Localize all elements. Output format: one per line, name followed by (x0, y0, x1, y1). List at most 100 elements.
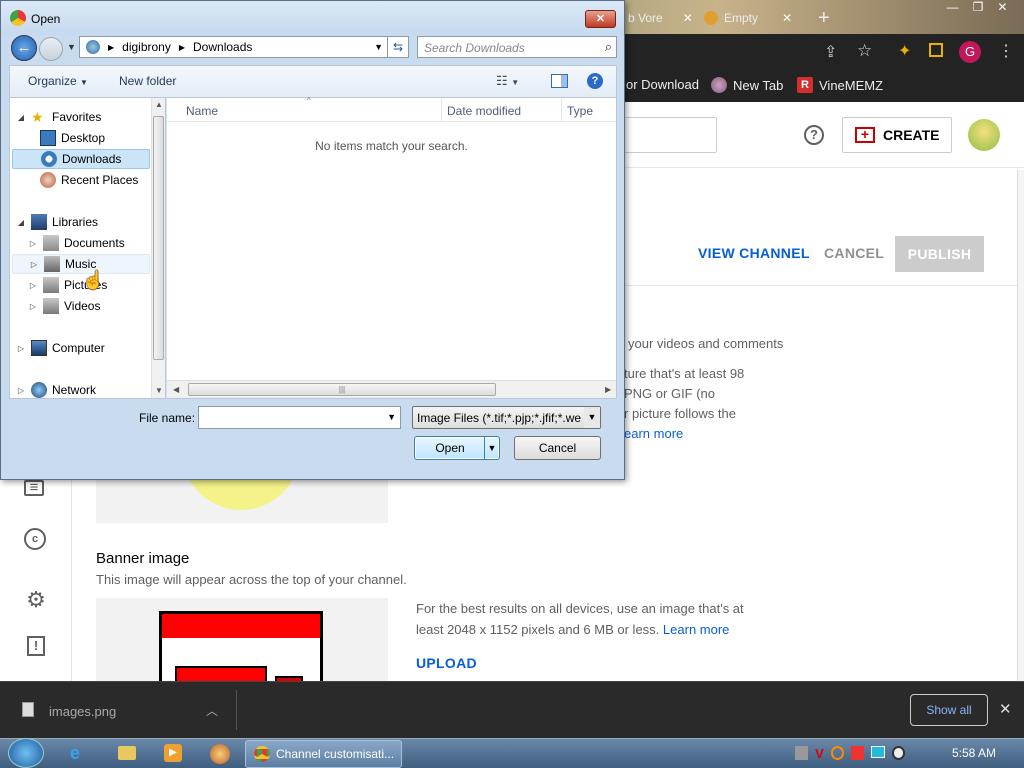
explorer-icon[interactable] (118, 746, 136, 760)
search-input[interactable]: Search Downloads ⌕ (417, 36, 617, 58)
close-icon[interactable]: ✕ (683, 11, 693, 25)
create-button[interactable]: + CREATE (842, 117, 952, 153)
media-player-icon[interactable]: ▶ (164, 744, 182, 762)
start-button[interactable] (8, 738, 44, 768)
close-window-icon[interactable]: ✕ (997, 0, 1007, 18)
tree-libraries[interactable]: ◢ Libraries (16, 212, 98, 232)
menu-icon[interactable]: ⋮ (998, 41, 1014, 61)
tree-item-music[interactable]: ▷ Music (12, 254, 150, 274)
open-button[interactable]: Open ▼ (414, 436, 500, 460)
view-channel-button[interactable]: VIEW CHANNEL (698, 245, 810, 261)
tray-icon[interactable] (871, 746, 885, 758)
scroll-right-icon[interactable]: ▶ (605, 385, 611, 394)
expand-arrow-icon[interactable]: ▷ (16, 386, 26, 395)
app-icon[interactable] (210, 744, 230, 764)
bookmark-item[interactable]: R VineMEMZ (797, 77, 883, 93)
tree-item-recent-places[interactable]: Recent Places (40, 170, 138, 190)
expand-arrow-icon[interactable]: ▷ (29, 260, 39, 269)
close-icon[interactable]: ✕ (782, 11, 792, 25)
address-bar[interactable]: ▶ digibrony ▶ Downloads ▼ (79, 36, 388, 58)
page-scrollbar[interactable] (1017, 170, 1024, 681)
maximize-icon[interactable]: ❐ (973, 0, 984, 18)
browser-tab[interactable]: Empty ✕ (704, 4, 792, 32)
minimize-icon[interactable]: — (947, 0, 959, 18)
expand-arrow-icon[interactable]: ▷ (16, 344, 26, 353)
download-filename[interactable]: images.png (49, 704, 116, 719)
show-all-button[interactable]: Show all (910, 694, 988, 726)
channel-avatar[interactable] (968, 119, 1000, 151)
clock[interactable]: 5:58 AM (952, 746, 996, 760)
copyright-icon[interactable]: c (24, 528, 46, 550)
volume-icon[interactable] (891, 746, 905, 760)
expand-arrow-icon[interactable]: ▷ (28, 281, 38, 290)
column-type[interactable]: Type (567, 104, 593, 118)
chevron-up-icon[interactable]: ︿ (206, 702, 218, 719)
share-icon[interactable]: ⇪ (824, 42, 837, 62)
cancel-dialog-button[interactable]: Cancel (514, 436, 601, 460)
view-options-icon[interactable]: ☷ ▼ (496, 73, 519, 89)
tray-icon[interactable]: V (815, 746, 824, 762)
breadcrumb-item[interactable]: Downloads (193, 40, 252, 54)
scroll-up-icon[interactable]: ▲ (155, 100, 163, 109)
nav-scrollbar[interactable]: ▲ ▼ (151, 98, 165, 398)
learn-more-link[interactable]: Learn more (663, 622, 729, 637)
bookmark-item[interactable]: New Tab (711, 77, 783, 93)
chevron-down-icon[interactable]: ▼ (67, 42, 76, 52)
tree-item-desktop[interactable]: Desktop (40, 128, 105, 148)
expand-arrow-icon[interactable]: ◢ (16, 218, 26, 227)
tray-icon[interactable] (851, 746, 865, 760)
extensions-icon[interactable]: ✦ (898, 41, 911, 61)
taskbar-chrome-window[interactable]: Channel customisati... (245, 740, 402, 768)
settings-icon[interactable]: ⚙ (24, 588, 48, 612)
browser-tab[interactable]: b Vore ✕ (628, 4, 693, 32)
upload-button[interactable]: UPLOAD (416, 655, 477, 671)
scroll-thumb[interactable]: ||| (188, 383, 496, 396)
tree-item-downloads[interactable]: Downloads (12, 149, 150, 169)
chevron-down-icon[interactable]: ▼ (484, 437, 499, 459)
organize-button[interactable]: Organize ▼ (28, 74, 88, 88)
bookmark-item[interactable]: or Download (626, 77, 699, 92)
bookmark-star-icon[interactable]: ☆ (857, 41, 872, 61)
chevron-down-icon[interactable]: ▼ (387, 412, 396, 422)
sidepanel-icon[interactable] (929, 43, 943, 57)
tree-computer[interactable]: ▷ Computer (16, 338, 105, 358)
help-icon[interactable]: ? (804, 125, 824, 145)
cancel-button[interactable]: CANCEL (824, 245, 884, 261)
ie-icon[interactable]: e (70, 743, 90, 763)
tree-item-documents[interactable]: ▷ Documents (28, 233, 125, 253)
preview-pane-icon[interactable] (551, 74, 568, 88)
breadcrumb-item[interactable]: digibrony (122, 40, 171, 54)
publish-button[interactable]: PUBLISH (895, 236, 984, 272)
learn-more-link[interactable]: earn more (624, 424, 824, 444)
tray-icon[interactable] (830, 746, 845, 760)
tray-icon[interactable] (795, 746, 809, 760)
column-name[interactable]: Name (186, 104, 218, 118)
close-icon[interactable]: ✕ (585, 10, 616, 28)
search-icon[interactable]: ⌕ (605, 39, 612, 55)
expand-arrow-icon[interactable]: ◢ (16, 113, 26, 122)
close-icon[interactable]: ✕ (999, 700, 1012, 718)
file-name-field[interactable]: ▼ (198, 406, 401, 429)
tree-favorites[interactable]: ◢ ★ Favorites (16, 107, 101, 127)
forward-arrow-icon[interactable] (39, 37, 63, 61)
feedback-icon[interactable]: ! (27, 636, 45, 656)
refresh-icon[interactable]: ⇆ (387, 36, 409, 58)
chevron-down-icon[interactable]: ▼ (374, 42, 383, 52)
profile-avatar[interactable]: G (959, 41, 981, 63)
tree-network[interactable]: ▷ Network (16, 380, 96, 400)
column-date-modified[interactable]: Date modified (447, 104, 521, 118)
horizontal-scrollbar[interactable]: ◀ ||| ▶ (167, 380, 616, 398)
expand-arrow-icon[interactable]: ▷ (28, 239, 38, 248)
scroll-thumb[interactable] (153, 116, 164, 360)
file-type-select[interactable]: Image Files (*.tif;*.pjp;*.jfif;*.we ▼ (412, 406, 601, 429)
tree-item-videos[interactable]: ▷ Videos (28, 296, 100, 316)
new-folder-button[interactable]: New folder (119, 74, 176, 88)
scroll-down-icon[interactable]: ▼ (155, 386, 163, 395)
help-icon[interactable]: ? (587, 73, 603, 89)
chevron-down-icon[interactable]: ▼ (584, 407, 600, 428)
expand-arrow-icon[interactable]: ▷ (28, 302, 38, 311)
new-tab-button[interactable]: + (818, 4, 830, 32)
back-arrow-icon[interactable]: ← (11, 35, 37, 61)
subtitles-icon[interactable]: ≡ (24, 480, 44, 496)
scroll-left-icon[interactable]: ◀ (173, 385, 179, 394)
